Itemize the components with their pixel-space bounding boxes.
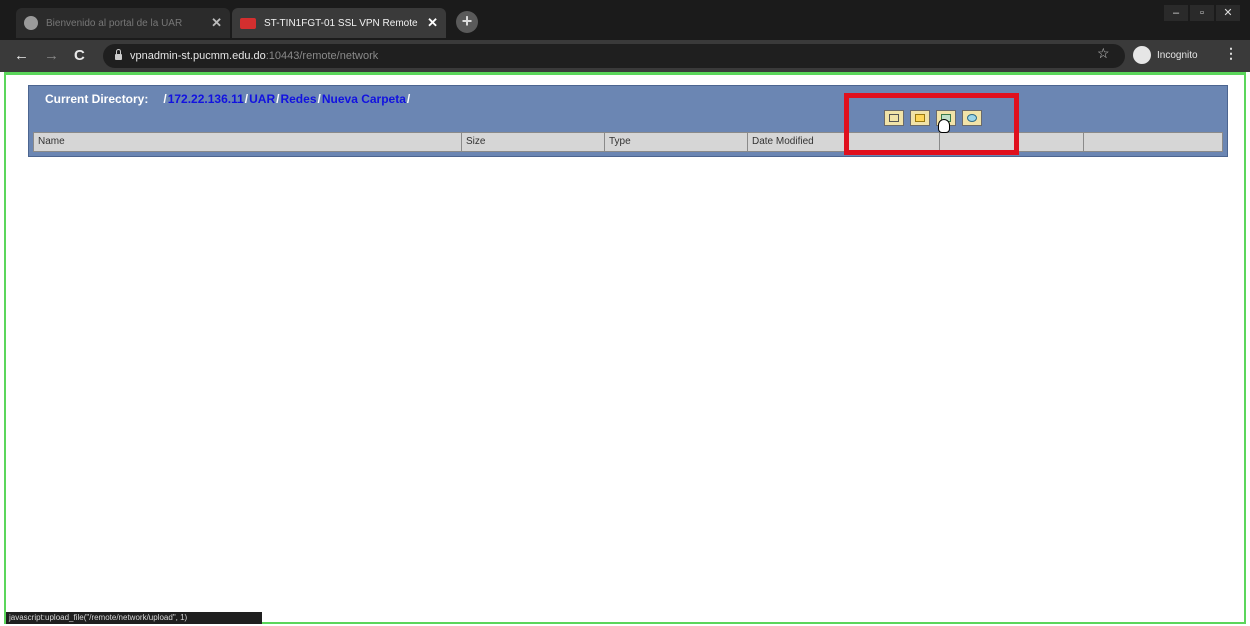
column-size[interactable]: Size <box>462 133 605 151</box>
maximize-button[interactable]: ▫ <box>1190 5 1214 21</box>
page-viewport: Current Directory: / 172.22.136.11 / UAR… <box>4 72 1246 624</box>
hand-cursor-icon <box>938 119 950 133</box>
column-extra <box>1084 133 1222 151</box>
site-favicon-icon <box>24 16 38 30</box>
file-table-header: Name Size Type Date Modified <box>33 132 1223 152</box>
breadcrumb-nueva-carpeta[interactable]: Nueva Carpeta <box>322 92 406 106</box>
close-tab-icon[interactable]: ✕ <box>211 15 222 31</box>
url-path: :10443/remote/network <box>265 50 379 62</box>
forward-arrow-icon[interactable]: → <box>44 47 59 64</box>
tab-strip: Bienvenido al portal de la UAR ✕ ST-TIN1… <box>0 0 1250 40</box>
current-directory-label: Current Directory: <box>45 92 149 106</box>
breadcrumb-uar[interactable]: UAR <box>249 92 275 106</box>
file-browser-panel: Current Directory: / 172.22.136.11 / UAR… <box>28 85 1228 157</box>
breadcrumb-redes[interactable]: Redes <box>280 92 316 106</box>
browser-menu-icon[interactable]: ⋮ <box>1224 45 1238 62</box>
tab-ssl-vpn[interactable]: ST-TIN1FGT-01 SSL VPN Remote ✕ <box>232 8 446 38</box>
column-type[interactable]: Type <box>605 133 748 151</box>
address-bar[interactable]: vpnadmin-st.pucmm.edu.do :10443/remote/n… <box>103 44 1125 68</box>
incognito-icon <box>1133 46 1151 64</box>
annotation-highlight-box <box>844 93 1019 155</box>
reload-icon[interactable]: C <box>74 47 85 64</box>
fortinet-favicon-icon <box>240 17 256 29</box>
current-directory: Current Directory: / 172.22.136.11 / UAR… <box>45 92 411 106</box>
incognito-profile-button[interactable]: Incognito <box>1133 46 1198 64</box>
back-arrow-icon[interactable]: ← <box>14 47 29 64</box>
close-window-button[interactable]: ✕ <box>1216 5 1240 21</box>
window-controls: – ▫ ✕ <box>1164 5 1240 21</box>
tab-title: Bienvenido al portal de la UAR <box>46 17 183 29</box>
incognito-label: Incognito <box>1157 49 1198 61</box>
new-tab-button[interactable]: + <box>456 11 478 33</box>
status-bar: javascript:upload_file("/remote/network/… <box>6 612 262 624</box>
tab-title: ST-TIN1FGT-01 SSL VPN Remote <box>264 17 418 29</box>
lock-icon <box>115 49 122 60</box>
breadcrumb-ip[interactable]: 172.22.136.11 <box>168 92 244 106</box>
tab-portal[interactable]: Bienvenido al portal de la UAR ✕ <box>16 8 230 38</box>
column-name[interactable]: Name <box>34 133 462 151</box>
url-host: vpnadmin-st.pucmm.edu.do <box>130 50 266 62</box>
minimize-button[interactable]: – <box>1164 5 1188 21</box>
bookmark-star-icon[interactable]: ☆ <box>1097 45 1110 62</box>
browser-toolbar: ← → C vpnadmin-st.pucmm.edu.do :10443/re… <box>0 40 1250 72</box>
close-tab-icon[interactable]: ✕ <box>427 15 438 31</box>
